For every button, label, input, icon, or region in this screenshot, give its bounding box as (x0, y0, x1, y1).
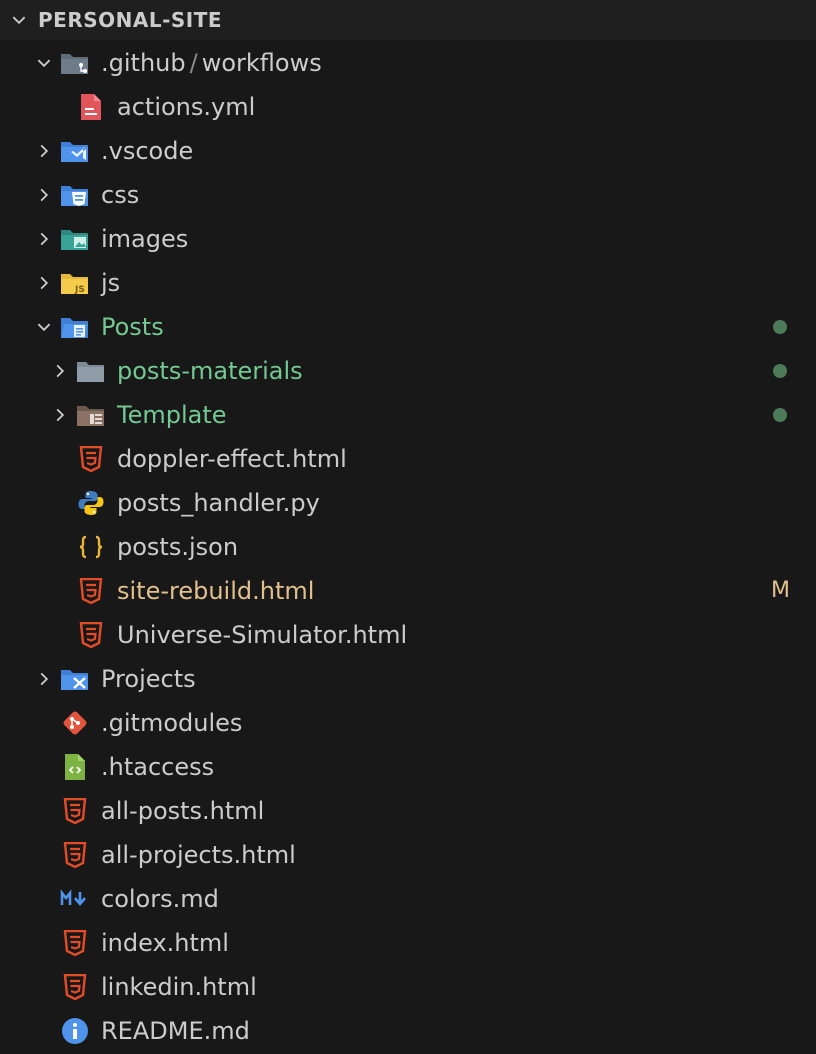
folder-name: images (101, 225, 189, 253)
chevron-right-icon (33, 173, 55, 217)
tree-item-index-html[interactable]: index.html (0, 921, 816, 965)
file-name: posts.json (117, 533, 239, 561)
file-name: all-posts.html (101, 797, 265, 825)
tree-item-htaccess[interactable]: .htaccess (0, 745, 816, 789)
info-icon (59, 1015, 91, 1047)
markdown-file-icon (59, 883, 91, 915)
tree-item-colors-md[interactable]: colors.md (0, 877, 816, 921)
folder-name: Template (117, 401, 227, 429)
vscode-folder-icon (59, 135, 91, 167)
untracked-dot-indicator (773, 408, 787, 422)
tree-item-all-projects-html[interactable]: all-projects.html (0, 833, 816, 877)
python-file-icon (75, 487, 107, 519)
chevron-down-icon (33, 41, 55, 85)
file-name: posts_handler.py (117, 489, 320, 517)
chevron-right-icon (33, 261, 55, 305)
file-name: Universe-Simulator.html (117, 621, 408, 649)
tree-item-github-workflows[interactable]: .github / workflows (0, 41, 816, 85)
yaml-file-icon (75, 91, 107, 123)
html-file-icon (75, 575, 107, 607)
chevron-down-icon (33, 305, 55, 349)
folder-name: Projects (101, 665, 196, 693)
json-file-icon (75, 531, 107, 563)
tree-item-images[interactable]: images (0, 217, 816, 261)
html-file-icon (75, 619, 107, 651)
file-name: doppler-effect.html (117, 445, 347, 473)
file-name: all-projects.html (101, 841, 296, 869)
projects-folder-icon (59, 663, 91, 695)
tree-item-posts[interactable]: Posts (0, 305, 816, 349)
tree-item-actions-yml[interactable]: actions.yml (0, 85, 816, 129)
posts-folder-icon (59, 311, 91, 343)
tree-item-doppler-effect-html[interactable]: doppler-effect.html (0, 437, 816, 481)
file-name: index.html (101, 929, 229, 957)
tree-item-template[interactable]: Template (0, 393, 816, 437)
html-file-icon (59, 795, 91, 827)
chevron-right-icon (33, 657, 55, 701)
html-file-icon (59, 971, 91, 1003)
tree-item-projects[interactable]: Projects (0, 657, 816, 701)
svg-text:JS: JS (74, 285, 85, 295)
chevron-right-icon (49, 349, 71, 393)
chevron-right-icon (33, 217, 55, 261)
tree-item-posts-json[interactable]: posts.json (0, 525, 816, 569)
file-name: actions.yml (117, 93, 256, 121)
file-tree: .github / workflows actions.yml .vscode cs… (0, 41, 816, 1053)
tree-item-universe-simulator-html[interactable]: Universe-Simulator.html (0, 613, 816, 657)
template-folder-icon (75, 399, 107, 431)
tree-item-js[interactable]: JS js (0, 261, 816, 305)
images-folder-icon (59, 223, 91, 255)
file-name: site-rebuild.html (117, 577, 315, 605)
tree-item-site-rebuild-html[interactable]: site-rebuild.html M (0, 569, 816, 613)
html-file-icon (59, 839, 91, 871)
folder-name: .github (101, 49, 186, 77)
folder-name: Posts (101, 313, 164, 341)
modified-badge: M (771, 578, 790, 603)
git-file-icon (59, 707, 91, 739)
html-file-icon (75, 443, 107, 475)
untracked-dot-indicator (773, 320, 787, 334)
tree-item-readme-md[interactable]: README.md (0, 1009, 816, 1053)
path-separator: / (189, 49, 198, 77)
file-name: .gitmodules (101, 709, 243, 737)
html-file-icon (59, 927, 91, 959)
tree-item-css[interactable]: css (0, 173, 816, 217)
untracked-dot-indicator (773, 364, 787, 378)
github-folder-icon (59, 47, 91, 79)
subfolder-name: workflows (201, 49, 322, 77)
chevron-right-icon (33, 129, 55, 173)
chevron-down-icon (0, 0, 38, 40)
htaccess-file-icon (59, 751, 91, 783)
css-folder-icon (59, 179, 91, 211)
folder-name: js (101, 269, 121, 297)
folder-name: css (101, 181, 140, 209)
tree-item-posts-materials[interactable]: posts-materials (0, 349, 816, 393)
folder-name: posts-materials (117, 357, 303, 385)
chevron-right-icon (49, 393, 71, 437)
explorer-section-header[interactable]: PERSONAL-SITE (0, 0, 816, 40)
file-name: linkedin.html (101, 973, 257, 1001)
tree-item-posts-handler-py[interactable]: posts_handler.py (0, 481, 816, 525)
tree-item-all-posts-html[interactable]: all-posts.html (0, 789, 816, 833)
tree-item-linkedin-html[interactable]: linkedin.html (0, 965, 816, 1009)
tree-item-gitmodules[interactable]: .gitmodules (0, 701, 816, 745)
folder-icon (75, 355, 107, 387)
file-name: colors.md (101, 885, 219, 913)
tree-item-vscode[interactable]: .vscode (0, 129, 816, 173)
file-name: .htaccess (101, 753, 215, 781)
js-folder-icon: JS (59, 267, 91, 299)
folder-name: .vscode (101, 137, 194, 165)
file-name: README.md (101, 1017, 250, 1045)
explorer-root-title: PERSONAL-SITE (38, 8, 223, 32)
